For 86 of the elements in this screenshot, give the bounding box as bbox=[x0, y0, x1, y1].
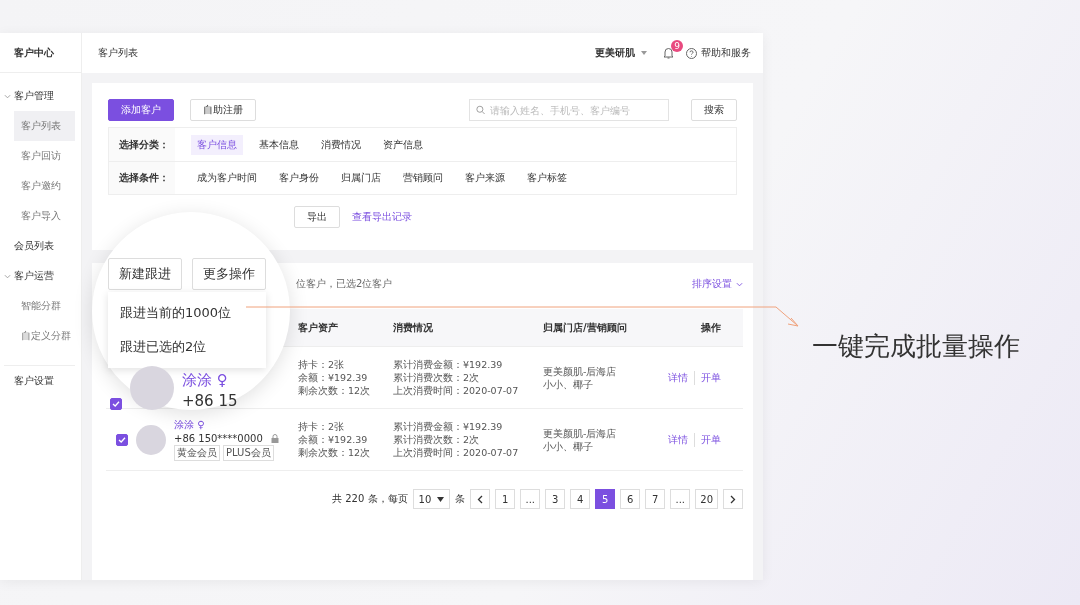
filter-option[interactable]: 客户标签 bbox=[521, 168, 573, 188]
row-action-link[interactable]: 开单 bbox=[694, 432, 721, 447]
page-button[interactable]: 6 bbox=[620, 489, 641, 509]
callout-text: 一键完成批量操作 bbox=[812, 330, 1020, 363]
checkbox[interactable] bbox=[116, 433, 128, 446]
group-label: 客户运营 bbox=[14, 269, 54, 283]
column-header: 消费情况 bbox=[393, 320, 434, 335]
sort-settings-link[interactable]: 排序设置 bbox=[692, 277, 743, 291]
filter-option[interactable]: 营销顾问 bbox=[397, 168, 449, 188]
consumption-cell-text: 累计消费金额：¥192.39 累计消费次数：2次 上次消费时间：2020-07-07 bbox=[393, 420, 520, 459]
filter-option[interactable]: 资产信息 bbox=[377, 134, 429, 155]
sidebar-item[interactable]: 会员列表 bbox=[4, 231, 75, 261]
store-cell-text: 更美颜肌-后海店 小小、椰子 bbox=[543, 426, 618, 453]
sidebar-item[interactable]: 自定义分群 bbox=[14, 321, 75, 351]
caret-icon bbox=[641, 51, 647, 55]
organization-dropdown[interactable]: 更美研肌 bbox=[595, 46, 647, 60]
filter-option[interactable]: 基本信息 bbox=[253, 134, 305, 155]
action-button[interactable]: 自助注册 bbox=[190, 99, 256, 121]
action-button[interactable]: 更多操作 bbox=[192, 258, 266, 290]
chevron-right-icon bbox=[730, 494, 736, 504]
search-field[interactable]: 请输入姓名、手机号、客户编号 bbox=[469, 99, 669, 121]
add-button[interactable]: 添加客户 bbox=[108, 99, 174, 121]
filter-option[interactable]: 成为客户时间 bbox=[191, 168, 263, 188]
sidebar-group[interactable]: 客户管理 bbox=[4, 81, 75, 111]
search-icon bbox=[476, 105, 486, 115]
page-button[interactable]: 4 bbox=[570, 489, 591, 509]
export-history-link[interactable]: 查看导出记录 bbox=[352, 210, 412, 224]
total-count: 共 220 条，每页 bbox=[332, 492, 408, 506]
selection-summary: 位客户，已选2位客户 bbox=[295, 277, 393, 291]
column-header: 归属门店/营销顾问 bbox=[543, 320, 628, 335]
assets-cell-text: 持卡：2张 余额：¥192.39 剩余次数：12次 bbox=[298, 420, 372, 459]
action-button[interactable]: 新建跟进 bbox=[108, 258, 182, 290]
page-size-unit: 条 bbox=[455, 492, 466, 506]
column-header: 操作 bbox=[700, 320, 722, 335]
store-cell-text: 更美颜肌-后海店 小小、椰子 bbox=[543, 364, 618, 391]
sidebar-item[interactable]: 客户回访 bbox=[14, 141, 75, 171]
menu-item[interactable]: 跟进当前的1000位 bbox=[108, 296, 266, 330]
chevron-left-icon bbox=[477, 494, 484, 504]
avatar-placeholder bbox=[136, 424, 166, 455]
checkbox[interactable] bbox=[110, 398, 122, 410]
bell-icon[interactable] bbox=[663, 47, 674, 59]
member-tag: 黄金会员 bbox=[174, 445, 220, 461]
row-action-link[interactable]: 详情 bbox=[668, 370, 688, 385]
page-button[interactable]: 1 bbox=[495, 489, 516, 509]
customer-name[interactable]: 涂涂 ♀ bbox=[174, 418, 279, 432]
help-link[interactable]: 帮助和服务 bbox=[686, 46, 751, 60]
phone-number: +86 15 bbox=[182, 392, 238, 410]
lock-icon bbox=[270, 434, 279, 443]
phone-number: +86 150****0000 bbox=[174, 433, 263, 444]
page-button[interactable]: 5 bbox=[595, 489, 616, 509]
column-header: 客户资产 bbox=[298, 320, 339, 335]
sidebar-item[interactable]: 客户邀约 bbox=[14, 171, 75, 201]
filter-label: 选择分类： bbox=[109, 128, 175, 161]
page-button[interactable]: ... bbox=[520, 489, 541, 509]
filter-label: 选择条件： bbox=[109, 162, 175, 194]
filter-option[interactable]: 客户身份 bbox=[273, 168, 325, 188]
filter-option[interactable]: 客户来源 bbox=[459, 168, 511, 188]
help-icon bbox=[686, 47, 697, 59]
row-action-link[interactable]: 开单 bbox=[694, 370, 721, 385]
row-action-link[interactable]: 详情 bbox=[668, 432, 688, 447]
consumption-cell-text: 累计消费金额：¥192.39 累计消费次数：2次 上次消费时间：2020-07-07 bbox=[393, 358, 520, 397]
sidebar-item[interactable]: 客户列表 bbox=[14, 111, 75, 141]
page-button[interactable]: 20 bbox=[695, 489, 718, 509]
page-button[interactable]: 7 bbox=[645, 489, 666, 509]
filter-option[interactable]: 归属门店 bbox=[335, 168, 387, 188]
filter-option[interactable]: 客户信息 bbox=[191, 134, 243, 155]
assets-cell-text: 持卡：2张 余额：¥192.39 剩余次数：12次 bbox=[298, 358, 372, 397]
group-label: 客户管理 bbox=[14, 89, 54, 103]
page-button[interactable]: 3 bbox=[545, 489, 566, 509]
search-button[interactable]: 搜索 bbox=[691, 99, 737, 121]
app-title: 客户中心 bbox=[0, 33, 81, 73]
page-size-select[interactable]: 10 bbox=[412, 489, 451, 509]
member-tag: PLUS会员 bbox=[223, 445, 274, 461]
chevron-icon bbox=[736, 281, 743, 287]
sidebar-item[interactable]: 客户设置 bbox=[4, 365, 75, 395]
sidebar-item[interactable]: 客户导入 bbox=[14, 201, 75, 231]
caret-icon bbox=[437, 496, 445, 502]
sidebar-item[interactable]: 智能分群 bbox=[14, 291, 75, 321]
notification-badge: 9 bbox=[671, 40, 683, 52]
filter-option[interactable]: 消费情况 bbox=[315, 134, 367, 155]
export-button[interactable]: 导出 bbox=[294, 206, 340, 228]
page-button[interactable]: ... bbox=[670, 489, 691, 509]
sidebar-group[interactable]: 客户运营 bbox=[4, 261, 75, 291]
menu-item[interactable]: 跟进已选的2位 bbox=[108, 330, 266, 364]
breadcrumb: 客户列表 bbox=[98, 46, 139, 60]
customer-name[interactable]: 涂涂 ♀ bbox=[182, 371, 238, 390]
